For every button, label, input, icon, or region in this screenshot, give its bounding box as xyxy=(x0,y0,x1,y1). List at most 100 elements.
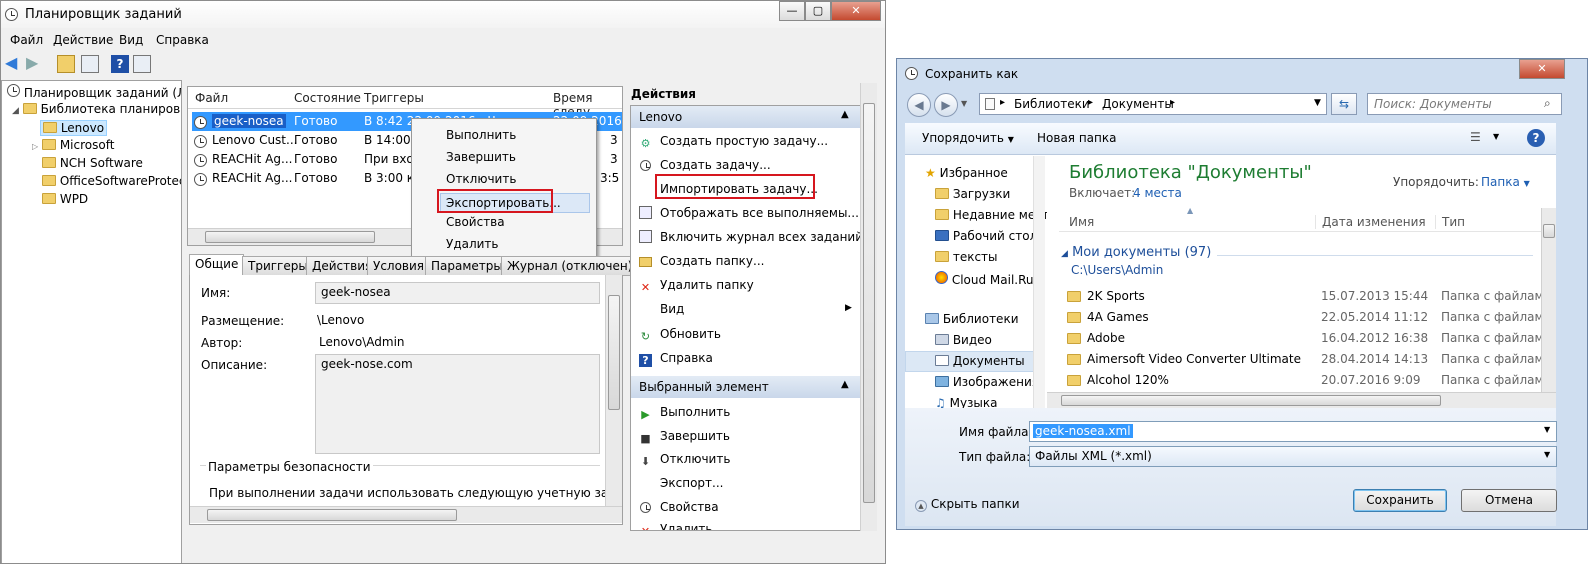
minimize-button[interactable]: — xyxy=(779,1,805,21)
forward-arrow-icon[interactable]: ▶ xyxy=(26,55,44,73)
tab-triggers[interactable]: Триггеры xyxy=(242,256,314,276)
show-tree-icon[interactable] xyxy=(81,55,99,73)
breadcrumb-documents[interactable]: Документы xyxy=(1102,97,1174,111)
nav-video[interactable]: Видео xyxy=(935,333,992,347)
ctx-delete[interactable]: Удалить xyxy=(446,237,499,251)
tree-library[interactable]: ◢ Библиотека планировщ xyxy=(12,102,181,116)
nav-favorites[interactable]: ★ Избранное xyxy=(925,166,1008,180)
ctx-end[interactable]: Завершить xyxy=(446,150,516,164)
tree-item-lenovo[interactable]: Lenovo xyxy=(40,120,108,136)
dropdown-icon[interactable]: ▼ xyxy=(1544,450,1550,459)
address-bar[interactable]: ▸ Библиотеки ▸ Документы ▸ ▼ xyxy=(979,93,1327,115)
action-create-basic-task[interactable]: ⚙ Создать простую задачу... xyxy=(639,134,829,150)
nav-vscroll[interactable] xyxy=(1033,156,1045,408)
new-folder-button[interactable]: Новая папка xyxy=(1037,131,1116,145)
action-refresh[interactable]: ↻ Обновить xyxy=(639,327,721,343)
scroll-thumb[interactable] xyxy=(1543,224,1555,238)
nav-cloud-mail[interactable]: Cloud Mail.Ru xyxy=(935,271,1034,287)
history-dropdown-icon[interactable]: ▼ xyxy=(961,99,967,108)
action-end[interactable]: ■ Завершить xyxy=(639,429,730,445)
nav-pictures[interactable]: Изображения xyxy=(935,375,1039,389)
ctx-properties[interactable]: Свойства xyxy=(446,215,505,229)
cancel-button[interactable]: Отмена xyxy=(1461,489,1557,512)
action-enable-history[interactable]: Включить журнал всех заданий xyxy=(639,230,860,244)
action-export[interactable]: Экспорт... xyxy=(639,476,723,490)
includes-link[interactable]: 4 места xyxy=(1133,186,1182,200)
tab-general[interactable]: Общие xyxy=(189,254,245,276)
back-arrow-icon[interactable]: ◀ xyxy=(5,55,23,73)
nav-recent[interactable]: Недавние мест xyxy=(935,208,1049,222)
address-dropdown-icon[interactable]: ▼ xyxy=(1314,98,1321,108)
filetype-select[interactable]: Файлы XML (*.xml) ▼ xyxy=(1029,446,1557,467)
ctx-run[interactable]: Выполнить xyxy=(446,128,516,142)
name-field[interactable]: geek-nosea xyxy=(315,282,600,304)
show-action-pane-icon[interactable] xyxy=(133,55,151,73)
list-item[interactable]: Alcohol 120% 20.07.2016 9:09 Папка с файла… xyxy=(1067,371,1551,390)
search-box[interactable]: Поиск: Документы ⌕ xyxy=(1367,93,1562,115)
group-header[interactable]: ◢ Мои документы (97) xyxy=(1061,245,1211,260)
action-display-running[interactable]: Отображать все выполняемы... xyxy=(639,206,859,220)
scroll-thumb[interactable] xyxy=(1061,395,1441,406)
action-new-folder[interactable]: Создать папку... xyxy=(639,254,764,268)
general-vscroll[interactable] xyxy=(605,275,622,507)
tree-item-nch[interactable]: NCH Software xyxy=(42,156,143,170)
list-item[interactable]: Aimersoft Video Converter Ultimate 28.04.… xyxy=(1067,350,1551,369)
scroll-thumb[interactable] xyxy=(608,295,620,410)
search-icon[interactable]: ⌕ xyxy=(1544,96,1551,111)
dialog-close-button[interactable]: ✕ xyxy=(1519,59,1565,79)
tree-item-microsoft[interactable]: ▷ Microsoft xyxy=(32,138,114,152)
maximize-button[interactable]: ▢ xyxy=(805,1,831,21)
action-delete[interactable]: ✕Удалить xyxy=(639,522,713,530)
tab-settings[interactable]: Параметры xyxy=(425,256,509,276)
forward-button[interactable]: ▶ xyxy=(934,93,958,117)
action-create-task[interactable]: Создать задачу... xyxy=(639,158,771,173)
content-hscroll[interactable] xyxy=(1047,392,1556,408)
breadcrumb-libraries[interactable]: Библиотеки xyxy=(1014,97,1090,111)
menu-file[interactable]: Файл xyxy=(10,33,43,47)
nav-downloads[interactable]: Загрузки xyxy=(935,187,1010,201)
menu-view[interactable]: Вид xyxy=(119,33,143,47)
dropdown-icon[interactable]: ▼ xyxy=(1544,425,1550,434)
action-properties[interactable]: Свойства xyxy=(639,500,719,515)
view-dropdown-icon[interactable]: ▼ xyxy=(1493,132,1499,141)
description-field[interactable]: geek-nose.com xyxy=(315,354,600,454)
list-item[interactable]: 4A Games 22.05.2014 11:12 Папка с файлами xyxy=(1067,308,1551,327)
scroll-thumb[interactable] xyxy=(863,103,875,503)
actions-section-lenovo[interactable]: Lenovo ▲ xyxy=(631,106,860,128)
help-icon[interactable]: ? xyxy=(1527,129,1545,147)
hide-folders-toggle[interactable]: ▲ Скрыть папки xyxy=(915,497,1020,512)
scroll-thumb[interactable] xyxy=(207,509,457,521)
general-hscroll[interactable] xyxy=(190,506,622,523)
list-item[interactable]: Adobe 16.04.2012 16:38 Папка с файлами xyxy=(1067,329,1551,348)
organize-button[interactable]: Упорядочить ▼ xyxy=(922,131,1014,145)
ctx-disable[interactable]: Отключить xyxy=(446,172,516,186)
action-disable[interactable]: ⬇ Отключить xyxy=(639,452,731,468)
action-run[interactable]: ▶ Выполнить xyxy=(639,405,730,421)
back-button[interactable]: ◀ xyxy=(907,93,931,117)
nav-libraries[interactable]: Библиотеки xyxy=(925,312,1019,326)
menu-help[interactable]: Справка xyxy=(156,33,209,47)
actions-section-selected[interactable]: Выбранный элемент ▲ xyxy=(631,376,860,398)
action-help[interactable]: ? Справка xyxy=(639,351,713,367)
col-state[interactable]: Состояние xyxy=(294,91,361,105)
col-file[interactable]: Файл xyxy=(195,91,228,105)
filename-input[interactable]: geek-nosea.xml ▼ xyxy=(1029,421,1557,442)
actions-vscroll[interactable] xyxy=(860,83,877,531)
nav-desktop[interactable]: Рабочий стол xyxy=(935,229,1037,243)
nav-texts[interactable]: тексты xyxy=(935,250,998,264)
folder-up-icon[interactable] xyxy=(57,55,75,73)
tree-item-wpd[interactable]: WPD xyxy=(42,192,88,206)
tab-conditions[interactable]: Условия xyxy=(367,256,431,276)
close-button[interactable]: ✕ xyxy=(831,1,881,21)
view-options-icon[interactable]: ☰ xyxy=(1470,130,1481,144)
action-delete-folder[interactable]: ✕ Удалить папку xyxy=(639,278,754,294)
col-triggers[interactable]: Триггеры xyxy=(364,91,424,105)
col-date[interactable]: Дата изменения xyxy=(1315,215,1426,229)
list-item[interactable]: 2K Sports 15.07.2013 15:44 Папка с файлами xyxy=(1067,287,1551,306)
refresh-icon[interactable]: ⇆ xyxy=(1331,93,1357,115)
tab-history[interactable]: Журнал (отключен) xyxy=(501,256,639,276)
save-button[interactable]: Сохранить xyxy=(1353,489,1447,512)
action-view[interactable]: Вид xyxy=(639,302,684,316)
arrange-dropdown[interactable]: Папка ▼ xyxy=(1481,175,1530,189)
tree-item-office[interactable]: OfficeSoftwareProtect xyxy=(42,174,181,188)
